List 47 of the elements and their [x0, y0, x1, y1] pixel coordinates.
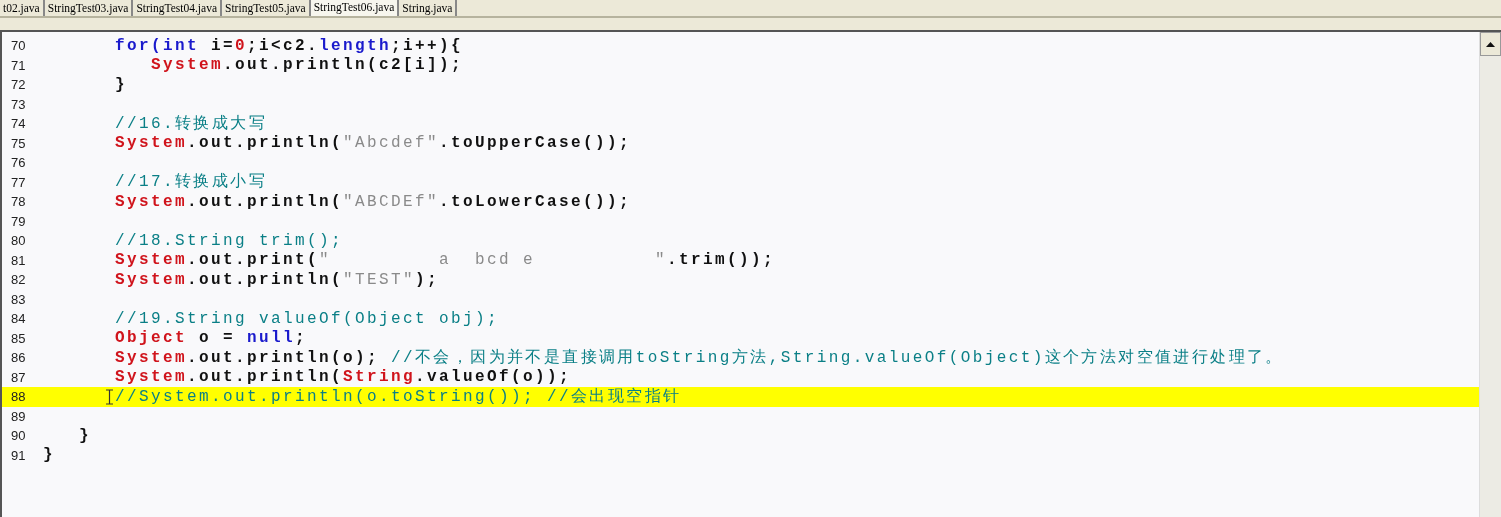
code-line: System.out.println("ABCDEf".toLowerCase());	[115, 191, 632, 213]
line-number: 79	[10, 212, 27, 231]
line-number: 77	[10, 173, 27, 192]
line-number: 91	[10, 446, 27, 465]
line-number: 75	[10, 134, 27, 153]
file-tab[interactable]: StringTest06.java	[310, 0, 400, 16]
code-line: System.out.println(c2[i]);	[151, 55, 464, 77]
line-number: 82	[10, 271, 27, 289]
line-number: 71	[10, 56, 27, 75]
scroll-up-button[interactable]	[1480, 32, 1501, 56]
line-number: 72	[10, 76, 27, 94]
text-cursor-icon	[106, 388, 113, 405]
line-number: 83	[10, 290, 27, 309]
line-number: 73	[10, 95, 27, 114]
up-arrow-icon	[1486, 41, 1495, 47]
code-line: System.out.println(String.valueOf(o));	[115, 367, 572, 388]
scrollbar[interactable]	[1479, 32, 1501, 517]
line-number: 86	[10, 349, 27, 367]
line-number: 85	[10, 329, 27, 348]
line-number: 81	[10, 251, 27, 270]
code-line: //System.out.println(o.toString()); //会出现空指针	[115, 386, 682, 408]
line-number: 76	[10, 154, 27, 172]
code-line: //16.转换成大写	[115, 113, 267, 135]
line-number: 90	[10, 427, 27, 445]
line-number: 89	[10, 407, 27, 426]
line-number: 78	[10, 193, 27, 211]
code-line: System.out.print(" a bcd e ".trim());	[115, 250, 776, 272]
code-line: for(int i=0;i<c2.length;i++){	[115, 35, 464, 57]
file-tab[interactable]: t02.java	[0, 0, 45, 16]
code-line: //17.转换成小写	[115, 172, 267, 194]
code-editor[interactable]	[0, 30, 1501, 517]
code-line: }	[115, 74, 127, 96]
code-line: //19.String valueOf(Object obj);	[115, 308, 500, 330]
line-number: 80	[10, 232, 27, 250]
line-number: 70	[10, 37, 27, 55]
code-line: Object o = null;	[115, 328, 308, 350]
code-line: }	[43, 445, 55, 467]
line-number: 87	[10, 368, 27, 387]
line-number: 88	[10, 388, 27, 406]
file-tab[interactable]: StringTest05.java	[222, 0, 311, 16]
line-number: 74	[10, 115, 27, 133]
code-line: //18.String trim();	[115, 230, 344, 252]
code-line: System.out.println("Abcdef".toUpperCase());	[115, 133, 632, 155]
code-line: }	[79, 425, 91, 447]
line-number: 84	[10, 310, 27, 328]
code-line: System.out.println(o); //不会，因为并不是直接调用toString方法,String.valueOf(Object)这个方法对空值进行处理了。	[115, 347, 1284, 369]
code-line: System.out.println("TEST");	[115, 269, 440, 291]
